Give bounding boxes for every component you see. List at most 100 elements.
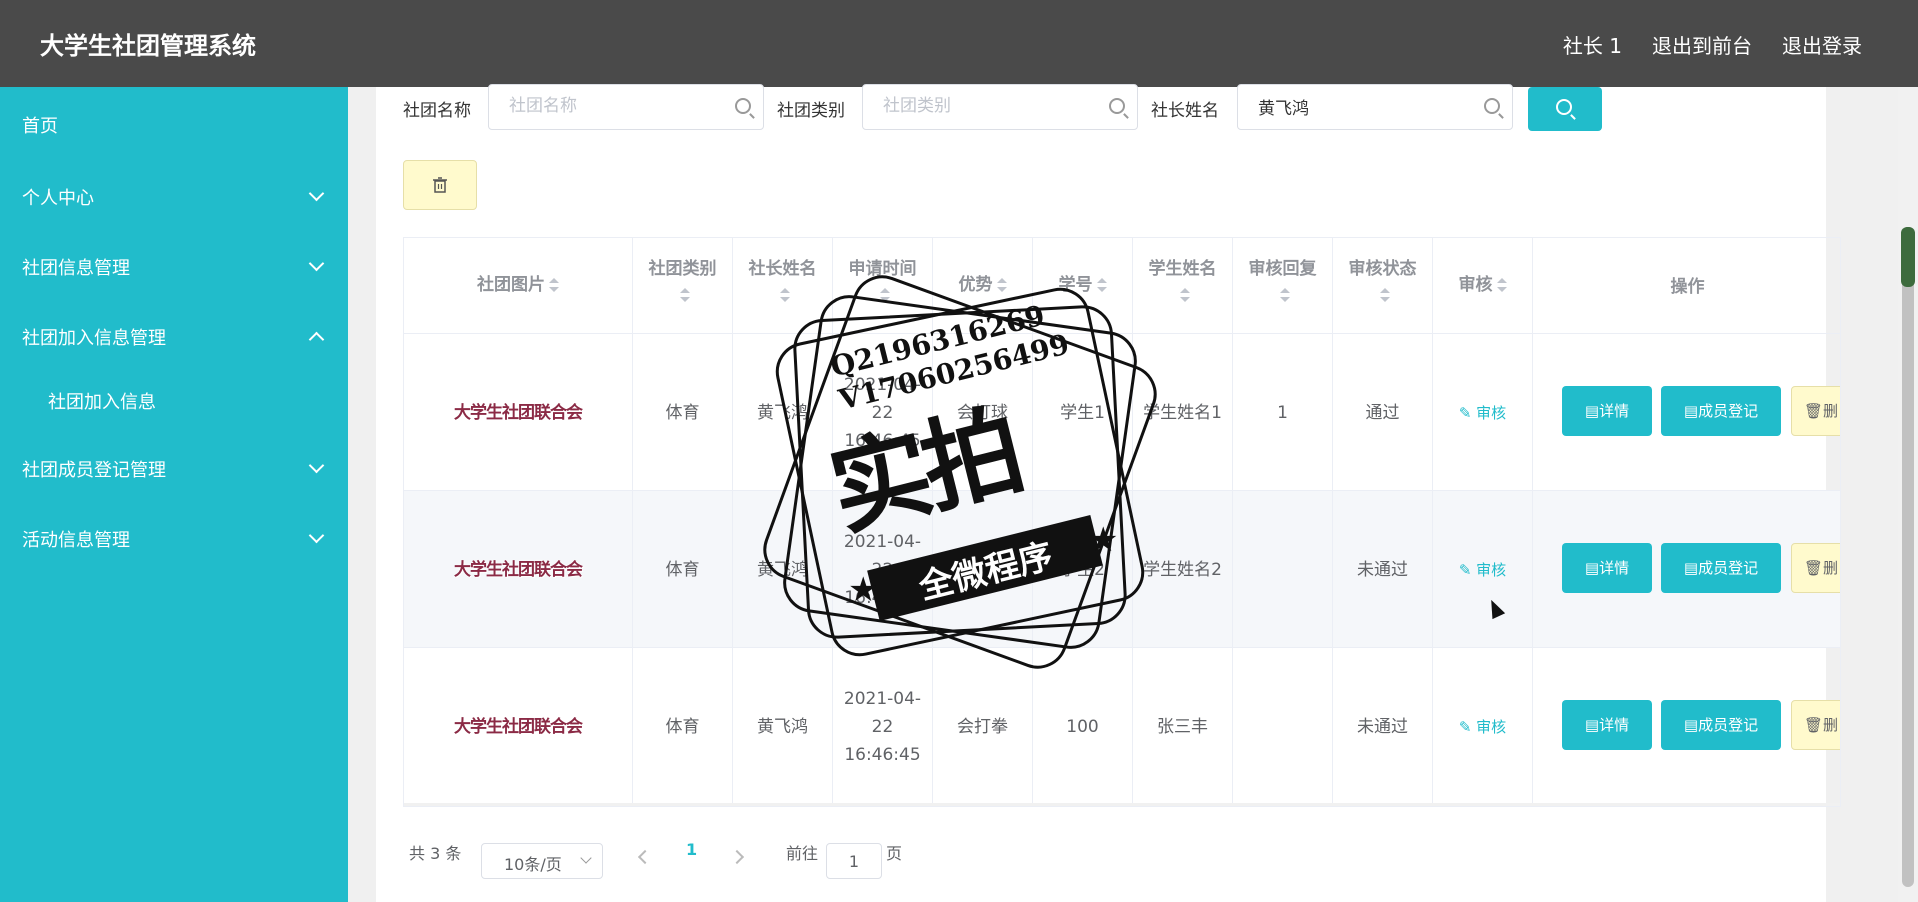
column-header-time[interactable]: 申请时间	[833, 238, 933, 334]
trash-icon	[433, 177, 447, 193]
sidebar-item-personal-center[interactable]: 个人中心	[0, 168, 348, 224]
sort-icon	[1379, 288, 1390, 302]
sidebar-item-label: 社团加入信息管理	[22, 328, 166, 349]
cell-time: 2021-04-22 16:46:45	[833, 334, 933, 491]
page-size-select[interactable]: 10条/页	[481, 843, 603, 879]
club-image: 大学生社团联合会	[404, 491, 633, 648]
detail-button[interactable]: ▤ 详情	[1562, 386, 1652, 436]
chevron-down-icon	[580, 852, 592, 864]
sidebar-item-label: 社团信息管理	[22, 258, 130, 279]
search-icon	[1484, 98, 1500, 114]
page-suffix: 页	[886, 844, 903, 863]
cell-status: 未通过	[1333, 491, 1433, 648]
cell-reply	[1233, 491, 1333, 648]
scrollbar-grip[interactable]	[1901, 227, 1915, 287]
leader-name-input[interactable]	[1256, 95, 1460, 117]
sort-icon	[679, 288, 690, 302]
sidebar-item-club-info[interactable]: 社团信息管理	[0, 238, 348, 294]
cell-student-no: 100	[1033, 648, 1133, 805]
cell-type: 体育	[633, 334, 733, 491]
club-image: 大学生社团联合会	[404, 334, 633, 491]
audit-link[interactable]: ✎ 审核	[1459, 399, 1506, 427]
club-type-label: 社团类别	[777, 101, 845, 121]
column-header-student-name[interactable]: 学生姓名	[1133, 238, 1233, 334]
club-name-label: 社团名称	[403, 101, 471, 121]
sort-icon	[1096, 278, 1107, 292]
chevron-down-icon	[308, 457, 325, 474]
column-header-image[interactable]: 社团图片	[404, 238, 633, 334]
column-header-leader[interactable]: 社长姓名	[733, 238, 833, 334]
cell-student-no: 学生2	[1033, 491, 1133, 648]
cell-advantage: 会打球	[933, 491, 1033, 648]
current-page[interactable]: 1	[686, 840, 697, 859]
top-bar: 大学生社团管理系统 社长 1 退出到前台 退出登录	[0, 0, 1918, 87]
app-title: 大学生社团管理系统	[40, 32, 256, 60]
column-header-type[interactable]: 社团类别	[633, 238, 733, 334]
search-icon	[735, 98, 751, 114]
sidebar: 首页 个人中心 社团信息管理 社团加入信息管理 社团加入信息 社团成员登记管理 …	[0, 87, 348, 902]
member-register-button[interactable]: ▤ 成员登记	[1661, 386, 1781, 436]
table-row: 大学生社团联合会 体育 黄飞鸿 2021-04-22 16:46:45 会打球 …	[404, 334, 1840, 491]
column-header-advantage[interactable]: 优势	[933, 238, 1033, 334]
cell-reply: 1	[1233, 334, 1333, 491]
cell-student-no: 学生1	[1033, 334, 1133, 491]
search-icon	[1556, 99, 1572, 115]
cell-audit: ✎ 审核	[1433, 334, 1533, 491]
goto-page-input[interactable]	[826, 843, 882, 879]
sidebar-item-activity-info[interactable]: 活动信息管理	[0, 510, 348, 566]
cell-type: 体育	[633, 491, 733, 648]
exit-to-front-link[interactable]: 退出到前台	[1652, 30, 1752, 59]
club-name-search	[488, 84, 764, 130]
leader-name-label: 社长姓名	[1151, 101, 1219, 121]
batch-delete-button[interactable]	[403, 160, 477, 210]
total-count: 共 3 条	[409, 844, 462, 863]
cell-status: 未通过	[1333, 648, 1433, 805]
club-type-search	[862, 84, 1138, 130]
sort-icon	[779, 288, 790, 302]
sidebar-item-member-registration[interactable]: 社团成员登记管理	[0, 440, 348, 496]
cell-leader: 黄飞鸿	[733, 648, 833, 805]
detail-button[interactable]: ▤ 详情	[1562, 543, 1652, 593]
logout-link[interactable]: 退出登录	[1782, 30, 1862, 59]
chevron-up-icon	[308, 331, 325, 348]
search-icon	[1109, 98, 1125, 114]
row-delete-button[interactable]: 🗑 删	[1791, 386, 1840, 436]
detail-button[interactable]: ▤ 详情	[1562, 700, 1652, 750]
table-horizontal-scrollbar[interactable]	[404, 803, 1840, 806]
leader-name-search	[1237, 84, 1513, 130]
search-button[interactable]	[1528, 87, 1602, 131]
sidebar-item-club-join-info[interactable]: 社团加入信息	[0, 372, 348, 428]
user-menu[interactable]: 社长 1	[1563, 30, 1622, 59]
cell-advantage: 会打拳	[933, 648, 1033, 805]
page-vertical-scrollbar[interactable]	[1898, 87, 1918, 902]
table-row: 大学生社团联合会 体育 黄飞鸿 2021-04-22 16:46:45 会打球 …	[404, 491, 1840, 648]
sort-icon	[879, 288, 890, 302]
column-header-reply[interactable]: 审核回复	[1233, 238, 1333, 334]
goto-label: 前往	[786, 844, 819, 863]
row-delete-button[interactable]: 🗑 删	[1791, 543, 1840, 593]
member-register-button[interactable]: ▤ 成员登记	[1661, 543, 1781, 593]
audit-link[interactable]: ✎ 审核	[1459, 713, 1506, 741]
sidebar-item-label: 社团成员登记管理	[22, 460, 166, 481]
cell-audit: ✎ 审核	[1433, 648, 1533, 805]
sidebar-item-home[interactable]: 首页	[0, 96, 348, 152]
club-type-input[interactable]	[881, 95, 1085, 117]
row-delete-button[interactable]: 🗑 删	[1791, 700, 1840, 750]
column-header-status[interactable]: 审核状态	[1333, 238, 1433, 334]
scrollbar-thumb[interactable]	[1902, 227, 1914, 887]
cell-type: 体育	[633, 648, 733, 805]
sidebar-item-club-join-management[interactable]: 社团加入信息管理	[0, 308, 348, 364]
cell-actions: ▤ 详情 ▤ 成员登记 🗑 删	[1533, 334, 1840, 491]
club-name-input[interactable]	[507, 95, 711, 117]
column-header-audit[interactable]: 审核	[1433, 238, 1533, 334]
sidebar-item-label: 首页	[22, 116, 58, 137]
sort-icon	[1496, 278, 1507, 292]
column-header-actions: 操作	[1533, 238, 1840, 334]
cell-student-name: 学生姓名2	[1133, 491, 1233, 648]
column-header-student-no[interactable]: 学号	[1033, 238, 1133, 334]
sidebar-item-label: 个人中心	[22, 188, 94, 209]
member-register-button[interactable]: ▤ 成员登记	[1661, 700, 1781, 750]
audit-link[interactable]: ✎ 审核	[1459, 556, 1506, 584]
table-row: 大学生社团联合会 体育 黄飞鸿 2021-04-22 16:46:45 会打拳 …	[404, 648, 1840, 805]
cell-status: 通过	[1333, 334, 1433, 491]
